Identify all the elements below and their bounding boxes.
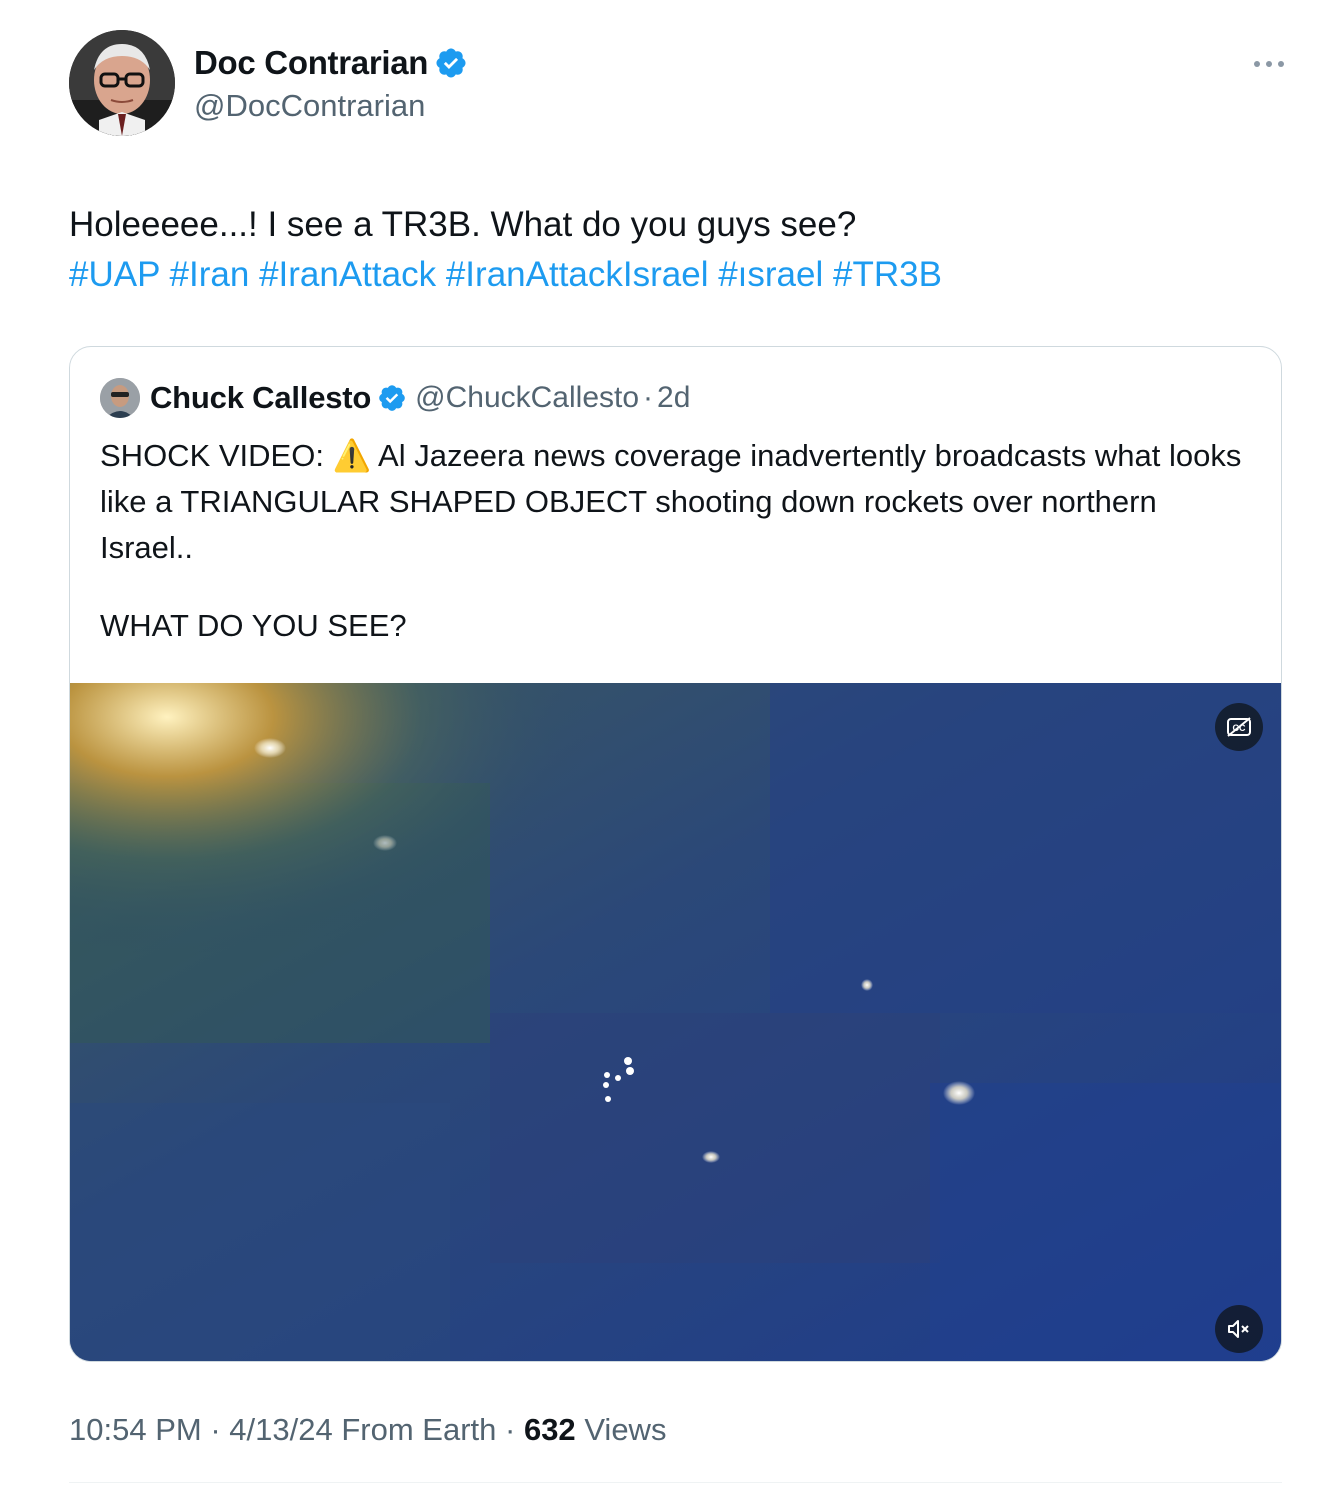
quoted-tweet-card[interactable]: Chuck Callesto @ChuckCallesto · 2d SHOCK… <box>69 346 1282 1362</box>
views-count: 632 <box>523 1412 576 1447</box>
more-options-button[interactable] <box>1249 52 1289 76</box>
quoted-tweet-text: SHOCK VIDEO: ⚠️ Al Jazeera news coverage… <box>100 433 1250 649</box>
author-handle[interactable]: @DocContrarian <box>194 88 425 124</box>
meta-separator: · <box>505 1412 516 1447</box>
author-avatar[interactable] <box>69 30 175 136</box>
mute-toggle-button[interactable] <box>1215 1305 1263 1353</box>
author-avatar-image <box>69 30 175 136</box>
quoted-tweet-header: Chuck Callesto @ChuckCallesto · 2d <box>100 377 690 419</box>
tweet-header: Doc Contrarian @DocContrarian <box>69 30 1289 140</box>
post-time[interactable]: 10:54 PM <box>69 1412 202 1447</box>
video-player[interactable]: CC <box>70 683 1281 1361</box>
hashtag-link[interactable]: #Iran <box>170 255 250 294</box>
quoted-timestamp[interactable]: 2d <box>657 381 690 415</box>
hashtag-link[interactable]: #IranAttackIsrael <box>446 255 709 294</box>
hashtag-link[interactable]: #TR3B <box>833 255 942 294</box>
warning-emoji-icon: ⚠️ <box>332 438 372 473</box>
author-display-name[interactable]: Doc Contrarian <box>194 44 428 82</box>
quoted-text-question: WHAT DO YOU SEE? <box>100 608 407 643</box>
meta-separator: · <box>210 1412 221 1447</box>
quoted-author-name[interactable]: Chuck Callesto <box>150 380 371 416</box>
muted-speaker-icon <box>1228 1320 1249 1338</box>
post-source: From Earth <box>341 1412 497 1447</box>
post-date[interactable]: 4/13/24 <box>229 1412 332 1447</box>
views-label: Views <box>584 1412 667 1447</box>
hashtag-link[interactable]: #ısrael <box>718 255 823 294</box>
quoted-verified-badge-icon <box>379 385 405 411</box>
quoted-author-handle[interactable]: @ChuckCallesto <box>415 381 639 415</box>
quoted-author-avatar[interactable] <box>100 378 140 418</box>
tweet-body: Holeeeee...! I see a TR3B. What do you g… <box>69 205 857 244</box>
author-name-row[interactable]: Doc Contrarian <box>194 44 468 82</box>
quoted-text-prefix: SHOCK VIDEO: <box>100 438 333 473</box>
verified-badge-icon <box>436 48 466 78</box>
more-dots-icon <box>1254 61 1284 67</box>
quoted-avatar-image <box>100 378 140 418</box>
captions-icon: CC <box>1227 717 1251 737</box>
captions-button[interactable]: CC <box>1215 703 1263 751</box>
video-frame <box>70 683 1281 1361</box>
hashtag-link[interactable]: #UAP <box>69 255 160 294</box>
hashtag-link[interactable]: #IranAttack <box>259 255 436 294</box>
quoted-separator: · <box>643 381 654 414</box>
hashtag-list: #UAP #Iran #IranAttack #IranAttackIsrael… <box>69 250 1269 300</box>
tweet-text: Holeeeee...! I see a TR3B. What do you g… <box>69 200 1269 300</box>
divider <box>69 1482 1282 1483</box>
tweet-meta: 10:54 PM · 4/13/24 From Earth · 632 View… <box>69 1412 666 1448</box>
